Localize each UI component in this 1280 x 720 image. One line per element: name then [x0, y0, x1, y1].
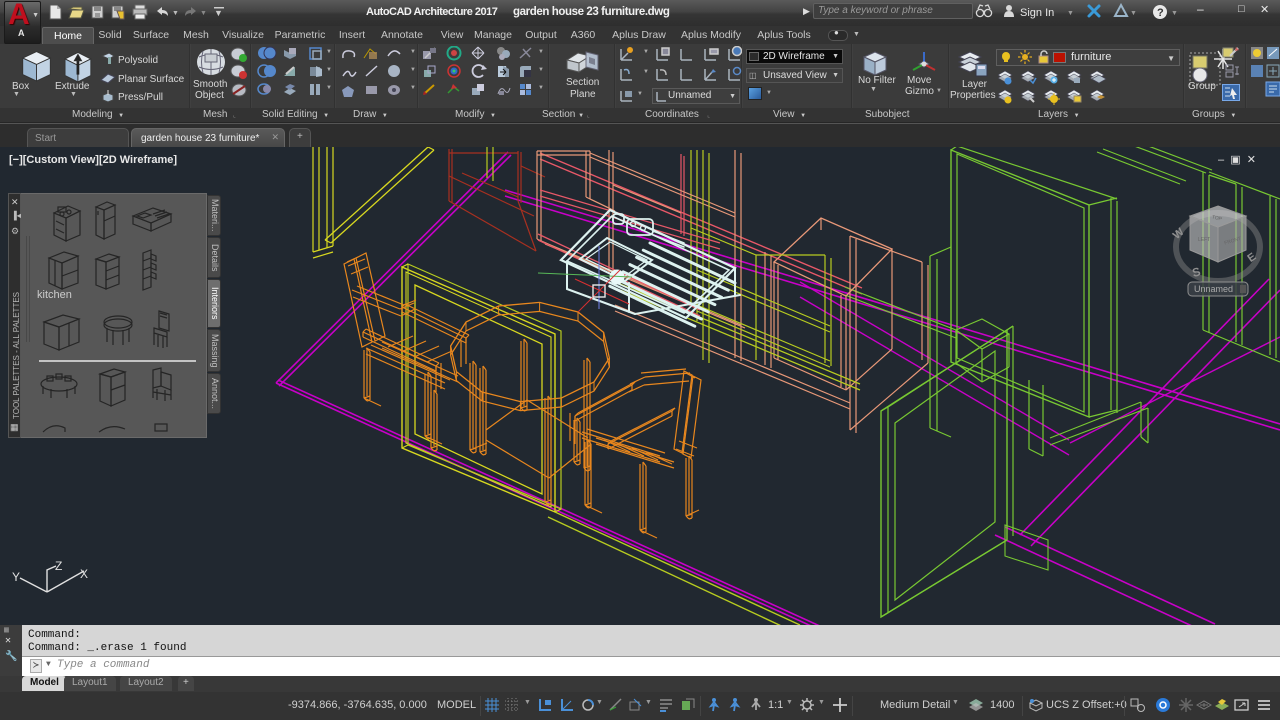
svg-text:LEFT: LEFT [1198, 237, 1210, 243]
svg-text:X: X [80, 567, 88, 581]
svg-text:▼: ▼ [1171, 10, 1178, 17]
svg-text:▼: ▼ [172, 10, 179, 17]
svg-text:▼: ▼ [1067, 10, 1074, 17]
svg-text:Unnamed: Unnamed [1194, 284, 1233, 294]
svg-text:S: S [1191, 264, 1202, 280]
svg-text:Y: Y [12, 570, 20, 584]
svg-text:Sign In: Sign In [1020, 7, 1054, 19]
svg-text:Z: Z [55, 559, 62, 573]
svg-text:▼: ▼ [214, 8, 223, 18]
svg-text:?: ? [1157, 7, 1164, 19]
svg-text:▼: ▼ [200, 10, 207, 17]
svg-text:▼: ▼ [1130, 10, 1137, 17]
